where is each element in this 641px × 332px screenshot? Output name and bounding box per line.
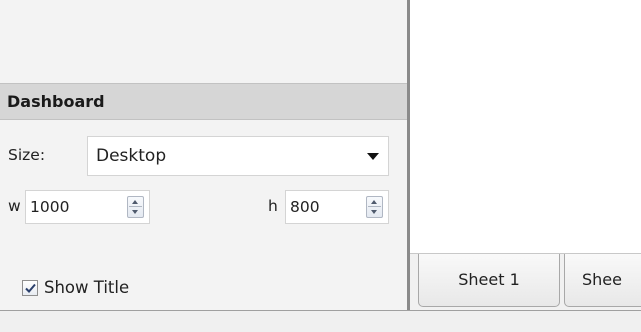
spin-up-icon[interactable] xyxy=(132,200,138,204)
show-title-label[interactable]: Show Title xyxy=(44,277,129,299)
show-title-checkbox[interactable] xyxy=(22,280,38,296)
height-value[interactable]: 800 xyxy=(290,198,320,216)
size-selected-value: Desktop xyxy=(96,146,167,166)
sheet-tab-1[interactable]: Sheet 1 xyxy=(418,254,560,307)
width-value[interactable]: 1000 xyxy=(30,198,69,216)
chevron-down-icon[interactable] xyxy=(367,153,379,160)
sheet-tab-strip: Sheet 1 Shee xyxy=(410,253,641,310)
checkmark-icon xyxy=(25,283,36,293)
spin-down-icon[interactable] xyxy=(371,210,377,214)
spin-up-icon[interactable] xyxy=(371,200,377,204)
status-bar xyxy=(0,310,641,332)
width-label: w xyxy=(8,197,21,215)
height-label: h xyxy=(268,197,278,215)
width-spinbox[interactable]: 1000 xyxy=(25,190,150,224)
height-spinbox[interactable]: 800 xyxy=(285,190,389,224)
size-label: Size: xyxy=(8,146,46,164)
width-spin-buttons[interactable] xyxy=(127,196,144,218)
size-dropdown[interactable]: Desktop xyxy=(87,136,389,176)
dashboard-pane: Dashboard Size: Desktop w 1000 h 800 Sho… xyxy=(0,0,407,310)
sheet-tab-2[interactable]: Shee xyxy=(564,254,641,307)
spin-down-icon[interactable] xyxy=(132,210,138,214)
dashboard-header: Dashboard xyxy=(0,83,407,120)
height-spin-buttons[interactable] xyxy=(366,196,383,218)
dashboard-canvas[interactable] xyxy=(410,0,641,253)
